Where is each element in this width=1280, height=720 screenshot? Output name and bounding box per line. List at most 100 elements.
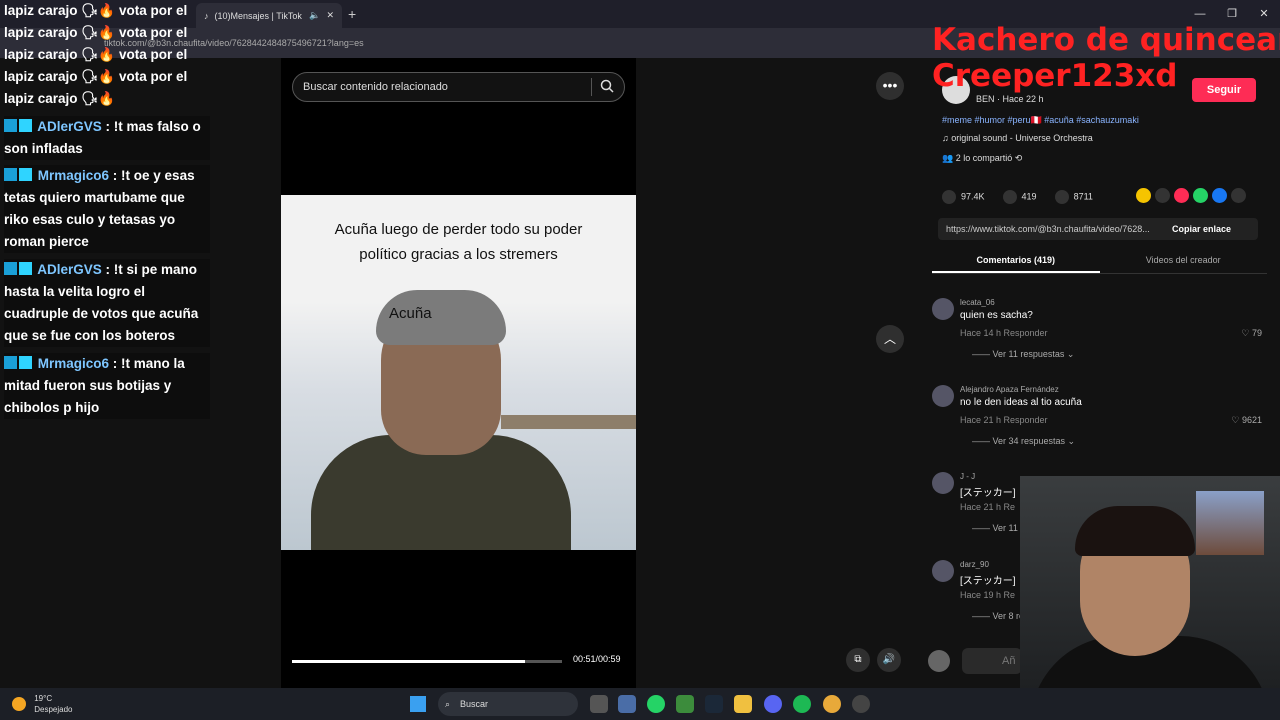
share-link[interactable]: https://www.tiktok.com/@b3n.chaufita/vid… [946, 224, 1172, 234]
comment-user[interactable]: Alejandro Apaza Fernández [960, 385, 1059, 394]
close-tab-icon[interactable]: ✕ [326, 10, 334, 21]
comment-avatar[interactable] [932, 560, 954, 582]
repost-icon: ⟲ [1014, 153, 1023, 163]
chat-spam-line: lapiz carajo 🗣🔥 vota por el [4, 3, 188, 18]
new-tab-button[interactable]: + [348, 6, 356, 22]
search-icon[interactable] [600, 79, 614, 96]
related-search-input[interactable]: Buscar contenido relacionado [292, 72, 625, 102]
comment-user[interactable]: darz_90 [960, 560, 989, 569]
stream-chat: lapiz carajo 🗣🔥 vota por el lapiz carajo… [0, 0, 210, 420]
chat-message: ADlerGVS : !t mas falso o son infladas [4, 116, 210, 160]
progress-fill [292, 660, 526, 663]
taskbar: 19°C Despejado ⌕ Buscar [0, 688, 1280, 720]
chat-spam-line: lapiz carajo 🗣🔥 [4, 91, 116, 106]
tab-comments[interactable]: Comentarios (419) [932, 248, 1100, 273]
save-button[interactable]: 8711 [1054, 190, 1093, 204]
comment-user[interactable]: lecata_06 [960, 298, 995, 307]
like-button[interactable]: 97.4K [942, 190, 985, 204]
volume-button[interactable]: 🔊 [877, 648, 901, 672]
search-divider [591, 78, 592, 96]
chat-badge-icon [4, 168, 17, 181]
more-options-button[interactable]: ••• [876, 72, 904, 100]
taskbar-search[interactable]: ⌕ Buscar [438, 692, 578, 716]
stats-row: 97.4K 419 8711 [942, 190, 1093, 204]
tab-title: (10)Mensajes | TikTok [214, 10, 302, 21]
browser-tab[interactable]: ♪ (10)Mensajes | TikTok 🔈 ✕ [196, 3, 342, 28]
comment-likes[interactable]: ♡ 9621 [1231, 415, 1262, 426]
comment-avatar[interactable] [932, 472, 954, 494]
chat-badge-icon [19, 119, 32, 132]
whatsapp-icon[interactable] [647, 695, 665, 713]
task-view-icon[interactable] [590, 695, 608, 713]
share-link-box: https://www.tiktok.com/@b3n.chaufita/vid… [938, 218, 1258, 240]
copy-link-button[interactable]: Copiar enlace [1172, 224, 1258, 234]
video-frame[interactable]: Acuña luego de perder todo su poder polí… [281, 195, 636, 550]
overlay-line-1: Kachero de quinceañ [932, 22, 1280, 58]
whatsapp-icon[interactable] [1193, 188, 1208, 203]
video-name-label: Acuña [389, 305, 432, 322]
file-explorer-icon[interactable] [734, 695, 752, 713]
view-replies[interactable]: —— Ver 34 respuestas ⌄ [972, 436, 1075, 447]
coin-icon[interactable] [1136, 188, 1151, 203]
screen: ♪ (10)Mensajes | TikTok 🔈 ✕ + — ❐ ✕ tikt… [0, 0, 1280, 720]
comment-input[interactable]: Añ [962, 648, 1022, 674]
comment-button[interactable]: 419 [1002, 190, 1037, 204]
comment-meta[interactable]: Hace 14 h Responder [960, 328, 1048, 338]
weather-widget[interactable]: 19°C Despejado [12, 693, 72, 715]
comment-count: 419 [1021, 191, 1037, 202]
author-meta: BEN · Hace 22 h [976, 94, 1044, 104]
chat-message: ADlerGVS : !t si pe mano hasta la velita… [4, 259, 210, 347]
chat-message: Mrmagico6 : !t mano la mitad fueron sus … [4, 353, 210, 419]
comment-icon [1002, 190, 1017, 204]
comment-meta[interactable]: Hace 19 h Re [960, 590, 1015, 600]
view-replies[interactable]: —— Ver 11 respuestas ⌄ [972, 349, 1074, 360]
previous-video-button[interactable]: ︿ [876, 325, 904, 353]
chat-spam-line: lapiz carajo 🗣🔥 vota por el [4, 69, 188, 84]
steam-icon[interactable] [705, 695, 723, 713]
hashtags[interactable]: #meme #humor #peru🇵🇪 #acuña #sachauzumak… [942, 115, 1139, 126]
panel-tabs: Comentarios (419) Videos del creador [932, 248, 1267, 274]
my-avatar [928, 650, 950, 672]
chat-badge-icon [19, 262, 32, 275]
chat-badge-icon [4, 356, 17, 369]
heart-icon [942, 190, 956, 204]
calculator-icon[interactable] [618, 695, 636, 713]
spotify-icon[interactable] [793, 695, 811, 713]
comment-likes[interactable]: ♡ 79 [1241, 328, 1262, 339]
share-icon[interactable] [1231, 188, 1246, 203]
comment-avatar[interactable] [932, 298, 954, 320]
embed-icon[interactable] [1155, 188, 1170, 203]
share-icons [1136, 188, 1246, 203]
chat-text: : !t mas falso o son infladas [4, 119, 201, 156]
facebook-icon[interactable] [1212, 188, 1227, 203]
chat-username: Mrmagico6 [37, 168, 110, 183]
video-player[interactable]: Buscar contenido relacionado Acuña luego… [281, 58, 636, 688]
video-time: 00:51/00:59 [573, 654, 621, 664]
chat-badge-icon [19, 356, 32, 369]
comment-meta[interactable]: Hace 21 h Responder [960, 415, 1048, 425]
chat-spam-line: lapiz carajo 🗣🔥 vota por el [4, 25, 188, 40]
comment-user[interactable]: J - J [960, 472, 975, 481]
windows-start-icon[interactable] [410, 696, 426, 712]
discord-icon[interactable] [764, 695, 782, 713]
comment-avatar[interactable] [932, 385, 954, 407]
video-progress-bar[interactable] [292, 660, 562, 663]
shared-avatars-icon: 👥 [942, 153, 954, 163]
sound-link[interactable]: ♫ original sound - Universe Orchestra [942, 133, 1093, 143]
minecraft-icon[interactable] [676, 695, 694, 713]
mute-icon[interactable]: 🔈 [309, 10, 320, 21]
send-icon[interactable] [1174, 188, 1189, 203]
pip-button[interactable]: ⧉ [846, 648, 870, 672]
comment-text: [ステッカー] [960, 576, 1016, 587]
chat-badge-icon [4, 119, 17, 132]
tab-creator-videos[interactable]: Videos del creador [1100, 248, 1268, 273]
chat-badge-icon [19, 168, 32, 181]
chrome-icon[interactable] [823, 695, 841, 713]
shared-text: 2 lo compartió [955, 153, 1013, 163]
comment-meta[interactable]: Hace 21 h Re [960, 502, 1015, 512]
comment-text: quien es sacha? [960, 310, 1033, 321]
url-field[interactable]: tiktok.com/@b3n.chaufita/video/762844248… [96, 33, 896, 53]
like-count: 97.4K [961, 191, 985, 202]
obs-icon[interactable] [852, 695, 870, 713]
view-replies[interactable]: —— Ver 8 re [972, 611, 1024, 621]
